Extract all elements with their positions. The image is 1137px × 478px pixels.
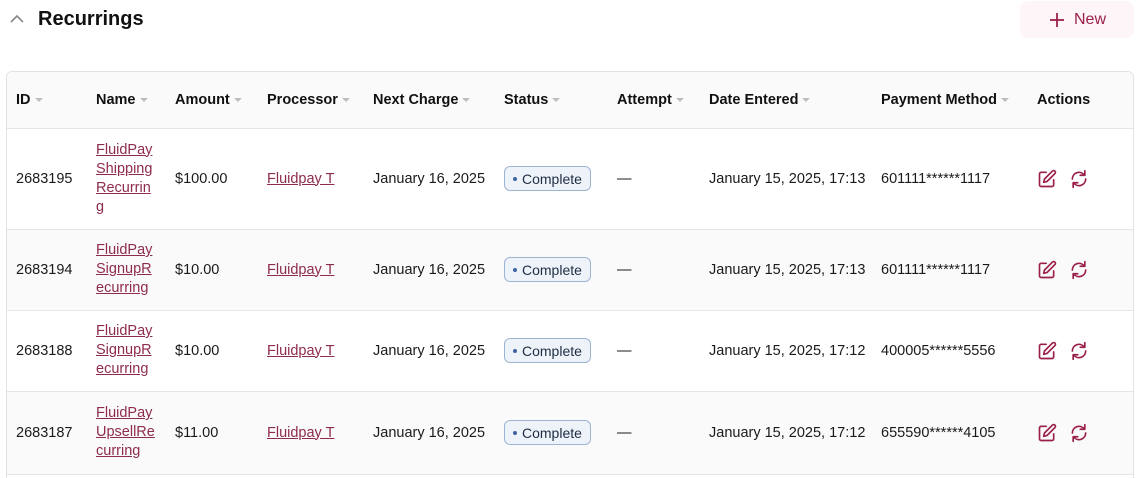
- column-header-payment-method[interactable]: Payment Method: [872, 72, 1028, 129]
- edit-icon[interactable]: [1037, 169, 1057, 189]
- column-header-processor[interactable]: Processor: [258, 72, 364, 129]
- status-badge: Complete: [504, 420, 591, 445]
- cell-amount: $100.00: [166, 128, 258, 230]
- processor-link[interactable]: Fluidpay T: [267, 343, 334, 359]
- cell-date-entered: January 15, 2025, 17:12: [700, 391, 872, 475]
- cell-status: Complete: [495, 229, 608, 311]
- sort-icon: [552, 97, 561, 102]
- cell-attempt: —: [608, 391, 700, 475]
- table-row: 2683194 FluidPay SignupRecurring $10.00 …: [7, 229, 1133, 311]
- cell-id: 2683187: [7, 391, 87, 475]
- sort-icon: [139, 97, 148, 102]
- table-row: 2683188 FluidPay SignupRecurring $10.00 …: [7, 310, 1133, 392]
- processor-link[interactable]: Fluidpay T: [267, 262, 334, 278]
- cell-attempt: —: [608, 128, 700, 230]
- cell-attempt: —: [608, 229, 700, 311]
- processor-link[interactable]: Fluidpay T: [267, 171, 334, 187]
- table-row: 2683195 FluidPay Shipping Recurring $100…: [7, 128, 1133, 230]
- sort-icon: [462, 97, 471, 102]
- cell-attempt: —: [608, 310, 700, 392]
- recurring-name-link[interactable]: FluidPay Shipping Recurring: [96, 141, 156, 217]
- cell-id: 2683188: [7, 310, 87, 392]
- sort-icon: [1001, 97, 1010, 102]
- refresh-icon[interactable]: [1069, 341, 1089, 361]
- cell-actions: [1028, 229, 1133, 311]
- sort-icon: [34, 97, 43, 102]
- status-dot-icon: [513, 430, 517, 435]
- sort-icon: [233, 97, 242, 102]
- sort-icon: [802, 97, 811, 102]
- cell-status: Complete: [495, 310, 608, 392]
- cell-date-entered: January 15, 2025, 17:13: [700, 229, 872, 311]
- cell-name: FluidPay SignupRecurring: [87, 310, 166, 392]
- cell-processor: Fluidpay T: [258, 128, 364, 230]
- cell-payment-method: 601111******1117: [872, 128, 1028, 230]
- status-dot-icon: [513, 176, 517, 181]
- cell-processor: Fluidpay T: [258, 229, 364, 311]
- column-header-name[interactable]: Name: [87, 72, 166, 129]
- column-header-next-charge[interactable]: Next Charge: [364, 72, 495, 129]
- cell-name: FluidPay SignupRecurring: [87, 229, 166, 311]
- cell-actions: [1028, 391, 1133, 475]
- edit-icon[interactable]: [1037, 423, 1057, 443]
- cell-payment-method: 400005******5556: [872, 310, 1028, 392]
- status-badge: Complete: [504, 166, 591, 191]
- cell-amount: $10.00: [166, 310, 258, 392]
- cell-payment-method: 655590******4105: [872, 391, 1028, 475]
- edit-icon[interactable]: [1037, 341, 1057, 361]
- cell-next-charge: January 16, 2025: [364, 229, 495, 311]
- sort-icon: [341, 97, 350, 102]
- page-title: Recurrings: [38, 8, 144, 30]
- cell-amount: $11.00: [166, 391, 258, 475]
- cell-date-entered: January 15, 2025, 17:13: [700, 128, 872, 230]
- new-button-label: New: [1073, 10, 1106, 28]
- recurring-name-link[interactable]: FluidPay SignupRecurring: [96, 322, 156, 379]
- cell-payment-method: 601111******1117: [872, 229, 1028, 311]
- plus-icon: [1048, 11, 1066, 29]
- refresh-icon[interactable]: [1069, 260, 1089, 280]
- cell-next-charge: January 16, 2025: [364, 310, 495, 392]
- cell-id: 2683195: [7, 128, 87, 230]
- table-header-row: ID Name Amount Processor Next Charge Sta…: [7, 72, 1133, 129]
- section-header: Recurrings New: [0, 0, 1137, 40]
- cell-id: 2683194: [7, 229, 87, 311]
- cell-actions: [1028, 310, 1133, 392]
- status-dot-icon: [513, 267, 517, 272]
- cell-next-charge: January 16, 2025: [364, 391, 495, 475]
- recurrings-table: ID Name Amount Processor Next Charge Sta…: [6, 71, 1134, 478]
- refresh-icon[interactable]: [1069, 169, 1089, 189]
- column-header-status[interactable]: Status: [495, 72, 608, 129]
- cell-actions: [1028, 128, 1133, 230]
- cell-date-entered: January 15, 2025, 17:12: [700, 310, 872, 392]
- edit-icon[interactable]: [1037, 260, 1057, 280]
- cell-processor: Fluidpay T: [258, 310, 364, 392]
- column-header-id[interactable]: ID: [7, 72, 87, 129]
- refresh-icon[interactable]: [1069, 423, 1089, 443]
- column-header-actions: Actions: [1028, 72, 1133, 129]
- table-row: 2683187 FluidPay UpsellRecurring $11.00 …: [7, 391, 1133, 475]
- chevron-up-icon[interactable]: [9, 12, 25, 26]
- cell-next-charge: January 16, 2025: [364, 128, 495, 230]
- recurring-name-link[interactable]: FluidPay SignupRecurring: [96, 241, 156, 298]
- processor-link[interactable]: Fluidpay T: [267, 425, 334, 441]
- column-header-amount[interactable]: Amount: [166, 72, 258, 129]
- cell-status: Complete: [495, 391, 608, 475]
- recurring-name-link[interactable]: FluidPay UpsellRecurring: [96, 404, 156, 461]
- new-button[interactable]: New: [1020, 1, 1134, 38]
- cell-processor: Fluidpay T: [258, 391, 364, 475]
- status-dot-icon: [513, 348, 517, 353]
- column-header-date-entered[interactable]: Date Entered: [700, 72, 872, 129]
- status-badge: Complete: [504, 338, 591, 363]
- cell-name: FluidPay Shipping Recurring: [87, 128, 166, 230]
- cell-status: Complete: [495, 128, 608, 230]
- status-badge: Complete: [504, 257, 591, 282]
- sort-icon: [675, 97, 684, 102]
- cell-name: FluidPay UpsellRecurring: [87, 391, 166, 475]
- cell-amount: $10.00: [166, 229, 258, 311]
- column-header-attempt[interactable]: Attempt: [608, 72, 700, 129]
